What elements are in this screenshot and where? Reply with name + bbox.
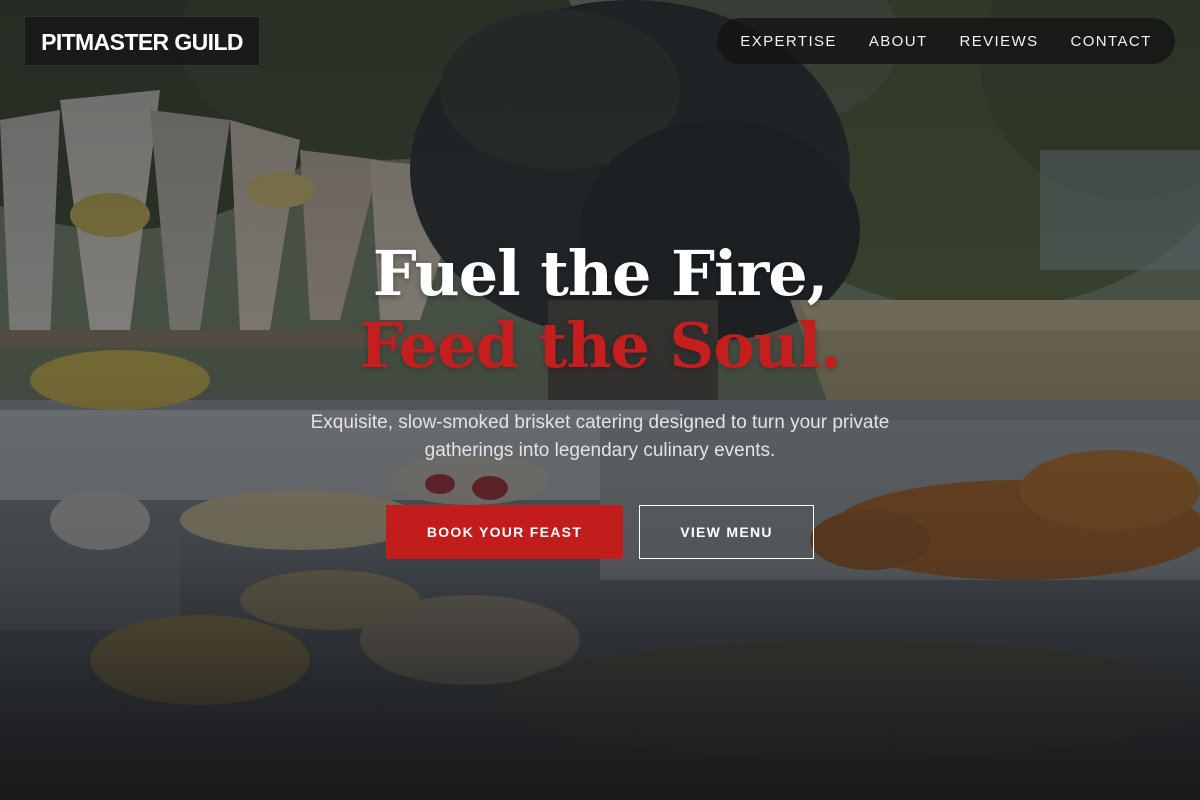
hero-headline-line-2: Feed the Soul. <box>359 309 842 382</box>
nav-link-about[interactable]: ABOUT <box>869 33 928 50</box>
nav-link-contact[interactable]: CONTACT <box>1071 33 1152 50</box>
hero-dark-overlay <box>0 0 1200 800</box>
nav-link-expertise[interactable]: EXPERTISE <box>740 33 837 50</box>
hero-headline-line-1: Fuel the Fire, <box>372 237 829 310</box>
main-nav: EXPERTISE ABOUT REVIEWS CONTACT <box>717 18 1175 64</box>
book-your-feast-button[interactable]: BOOK YOUR FEAST <box>386 505 623 559</box>
hero-subtitle: Exquisite, slow-smoked brisket catering … <box>310 412 890 461</box>
hero-headline: Fuel the Fire, Feed the Soul. <box>0 238 1200 382</box>
hero-section: PITMASTER GUILD EXPERTISE ABOUT REVIEWS … <box>0 0 1200 800</box>
nav-link-reviews[interactable]: REVIEWS <box>960 33 1039 50</box>
view-menu-button[interactable]: VIEW MENU <box>639 505 814 559</box>
brand-logo[interactable]: PITMASTER GUILD <box>24 16 260 66</box>
